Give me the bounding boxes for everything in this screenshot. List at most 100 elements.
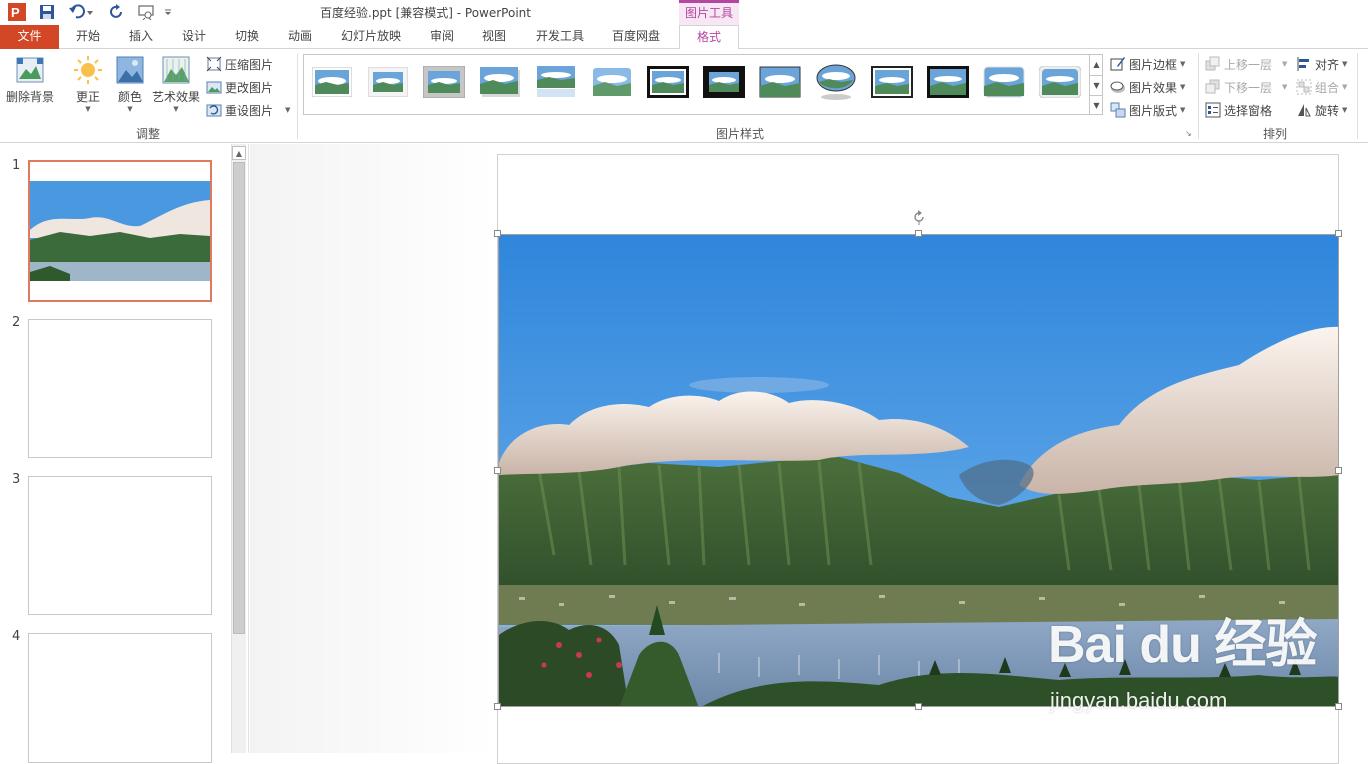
chevron-down-icon: ▼ <box>1282 83 1288 91</box>
resize-handle-bottom[interactable] <box>915 703 922 710</box>
reset-picture-button[interactable]: 重设图片 ▼ <box>206 100 290 120</box>
send-backward-button[interactable]: 下移一层 ▼ <box>1205 77 1287 97</box>
thumbnail-scrollbar[interactable]: ▲ <box>231 144 246 753</box>
artistic-effects-icon <box>161 55 191 85</box>
save-icon[interactable] <box>36 2 58 22</box>
gallery-more-icon[interactable]: ▼ <box>1089 95 1103 115</box>
customize-qat-icon[interactable] <box>162 2 174 22</box>
undo-icon[interactable] <box>66 2 96 22</box>
remove-background-button[interactable]: 删除背景 <box>4 55 56 105</box>
remove-background-label: 删除背景 <box>5 90 54 104</box>
chevron-down-icon: ▼ <box>1342 106 1348 114</box>
tab-insert[interactable]: 插入 <box>118 25 164 49</box>
watermark-url: jingyan.baidu.com <box>1050 688 1228 713</box>
resize-handle-top[interactable] <box>915 230 922 237</box>
tab-home[interactable]: 开始 <box>65 25 111 49</box>
artistic-effects-label: 艺术效果 <box>151 90 200 104</box>
scrollbar-thumb[interactable] <box>233 162 245 634</box>
compress-pictures-button[interactable]: 压缩图片 <box>206 54 273 74</box>
resize-handle-bottom-right[interactable] <box>1335 703 1342 710</box>
ribbon-tab-bar: 文件 开始 插入 设计 切换 动画 幻灯片放映 审阅 视图 开发工具 百度网盘 … <box>0 25 1368 50</box>
remove-background-icon <box>15 55 45 85</box>
style-soft-edge[interactable] <box>590 65 634 99</box>
group-label-picture-styles: 图片样式 <box>715 127 764 141</box>
resize-handle-left[interactable] <box>494 467 501 474</box>
scroll-up-icon[interactable]: ▲ <box>232 146 246 160</box>
style-reflected[interactable] <box>534 65 578 99</box>
slide-number: 2 <box>12 315 21 330</box>
group-objects-button[interactable]: 组合 ▼ <box>1296 77 1347 97</box>
slide-thumbnail-2[interactable] <box>28 319 212 458</box>
style-double-frame-black[interactable] <box>646 65 690 99</box>
tab-developer[interactable]: 开发工具 <box>527 25 593 49</box>
corrections-label: 更正 <box>75 90 100 104</box>
gallery-scroll-up-icon[interactable]: ▲ <box>1089 55 1103 75</box>
group-objects-label: 组合 <box>1315 80 1340 95</box>
group-label-adjust: 调整 <box>135 127 160 141</box>
resize-handle-top-right[interactable] <box>1335 230 1342 237</box>
tab-transitions[interactable]: 切换 <box>224 25 270 49</box>
rotate-handle-icon[interactable] <box>911 209 927 225</box>
style-thick-matte-black[interactable] <box>702 65 746 99</box>
chevron-down-icon: ▼ <box>85 105 91 113</box>
style-metal-frame[interactable] <box>422 65 466 99</box>
tab-animations[interactable]: 动画 <box>277 25 323 49</box>
picture-border-icon <box>1110 56 1126 72</box>
resize-handle-right[interactable] <box>1335 467 1342 474</box>
color-button[interactable]: 颜色 ▼ <box>110 55 150 114</box>
style-simple-frame-black[interactable] <box>758 65 802 99</box>
rotate-button[interactable]: 旋转 ▼ <box>1296 100 1347 120</box>
dialog-launcher-icon[interactable]: ↘ <box>1185 129 1195 139</box>
align-button[interactable]: 对齐 ▼ <box>1296 54 1347 74</box>
selection-pane-label: 选择窗格 <box>1224 103 1273 118</box>
sun-icon <box>73 55 103 85</box>
resize-handle-top-left[interactable] <box>494 230 501 237</box>
picture-tools-context-label: 图片工具 <box>679 0 739 25</box>
style-center-shadow[interactable] <box>870 65 914 99</box>
align-label: 对齐 <box>1315 57 1340 72</box>
tab-review[interactable]: 审阅 <box>419 25 465 49</box>
change-picture-icon <box>206 79 222 95</box>
tab-slideshow[interactable]: 幻灯片放映 <box>333 25 409 49</box>
slide-number: 3 <box>12 472 21 487</box>
slide-thumbnail-3[interactable] <box>28 476 212 615</box>
artistic-effects-button[interactable]: 艺术效果 ▼ <box>150 55 202 114</box>
picture-border-button[interactable]: 图片边框 ▼ <box>1110 54 1185 74</box>
tab-view[interactable]: 视图 <box>471 25 517 49</box>
reset-picture-label: 重设图片 <box>225 103 274 118</box>
style-oval[interactable] <box>814 64 858 100</box>
change-picture-label: 更改图片 <box>225 80 274 95</box>
tab-baidu-netdisk[interactable]: 百度网盘 <box>603 25 669 49</box>
style-simple-frame-white[interactable] <box>310 65 354 99</box>
corrections-button[interactable]: 更正 ▼ <box>68 55 108 114</box>
style-soft-rounded[interactable] <box>982 65 1026 99</box>
start-slideshow-icon[interactable] <box>136 2 158 22</box>
tab-file[interactable]: 文件 <box>0 25 59 49</box>
slide-thumbnail-4[interactable] <box>28 633 212 763</box>
style-drop-shadow[interactable] <box>478 65 522 99</box>
compress-pictures-icon <box>206 56 222 72</box>
ribbon: 删除背景 更正 ▼ 颜色 ▼ 艺术效果 ▼ 压缩图片 更改图片 重设图片 ▼ 调… <box>0 49 1368 143</box>
style-beveled-matte[interactable] <box>366 65 410 99</box>
picture-layout-button[interactable]: 图片版式 ▼ <box>1110 100 1185 120</box>
tab-design[interactable]: 设计 <box>171 25 217 49</box>
rotate-icon <box>1296 102 1312 118</box>
watermark-brand: Bai du 经验 <box>1048 616 1317 674</box>
send-backward-icon <box>1205 79 1221 95</box>
chevron-down-icon: ▼ <box>127 105 133 113</box>
chevron-down-icon[interactable]: ▼ <box>285 106 290 114</box>
redo-icon[interactable] <box>106 2 128 22</box>
landscape-thumbnail-image <box>30 162 210 300</box>
picture-effects-icon <box>1110 79 1126 95</box>
bring-forward-button[interactable]: 上移一层 ▼ <box>1205 54 1287 74</box>
selection-pane-button[interactable]: 选择窗格 <box>1205 100 1272 120</box>
change-picture-button[interactable]: 更改图片 <box>206 77 273 97</box>
slide-thumbnail-1[interactable] <box>28 160 212 302</box>
tab-format[interactable]: 格式 <box>679 25 739 50</box>
chevron-down-icon: ▼ <box>1180 60 1186 68</box>
gallery-scroll-down-icon[interactable]: ▼ <box>1089 75 1103 95</box>
resize-handle-bottom-left[interactable] <box>494 703 501 710</box>
style-frame-black-thin[interactable] <box>926 65 970 99</box>
style-beveled-rounded[interactable] <box>1038 65 1082 99</box>
picture-effects-button[interactable]: 图片效果 ▼ <box>1110 77 1185 97</box>
